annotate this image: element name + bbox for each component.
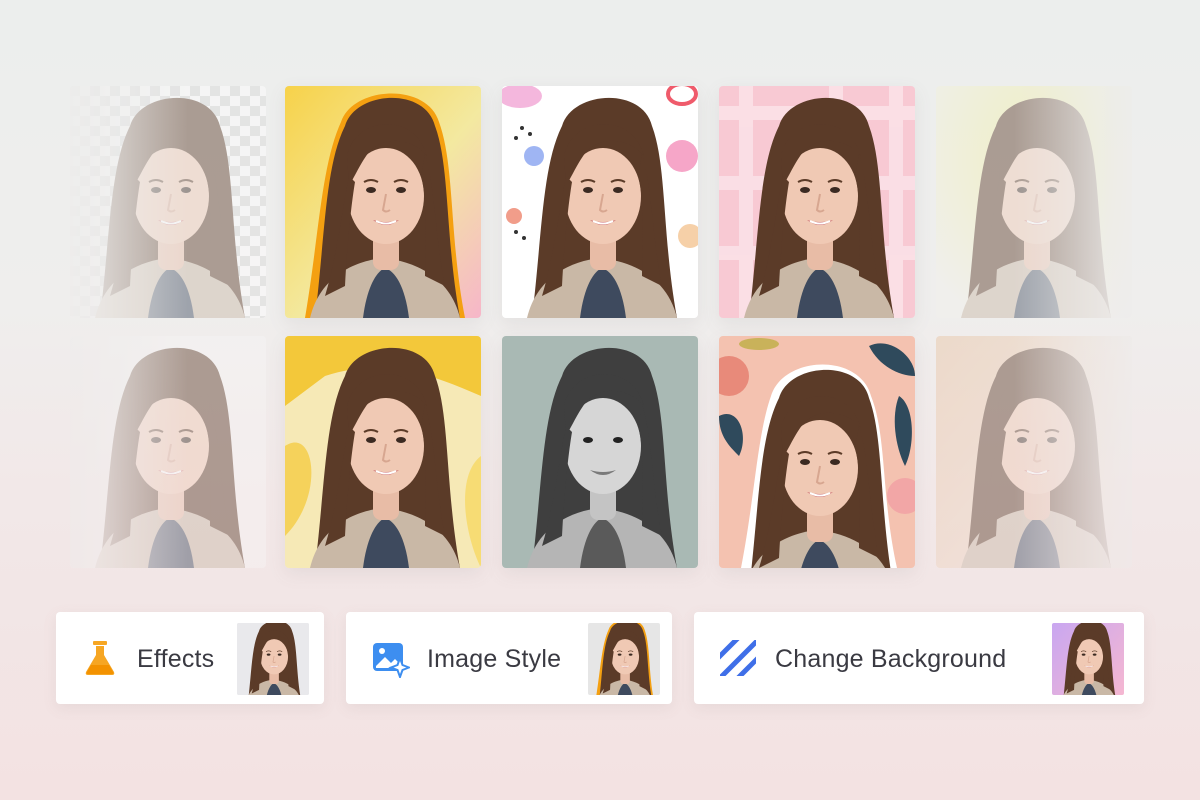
flask-icon	[85, 641, 115, 675]
grayscale-background	[502, 336, 698, 568]
image-style-card[interactable]: Image Style	[346, 612, 672, 704]
floral-sticker-background	[719, 336, 915, 568]
preview-transparent[interactable]	[70, 86, 266, 318]
preview-plain-white[interactable]	[70, 336, 266, 568]
effects-label: Effects	[137, 645, 215, 673]
paint-background	[285, 336, 481, 568]
floral-background	[502, 86, 698, 318]
preview-warm-blur[interactable]	[936, 336, 1132, 568]
white-background	[70, 336, 266, 568]
preview-gradient-outline[interactable]	[285, 86, 481, 318]
image-sparkle-icon	[373, 643, 410, 678]
diagonal-stripes-icon	[720, 640, 756, 676]
style-preview-grid	[70, 86, 1132, 568]
plaid-background	[719, 86, 915, 318]
effects-thumbnail	[237, 623, 309, 695]
preview-yellow-paint[interactable]	[285, 336, 481, 568]
preview-pink-plaid[interactable]	[719, 86, 915, 318]
preview-floral-sticker[interactable]	[719, 336, 915, 568]
preview-floral-white[interactable]	[502, 86, 698, 318]
change-background-label: Change Background	[775, 645, 1007, 673]
glow-background	[936, 86, 1132, 318]
effects-card[interactable]: Effects	[56, 612, 324, 704]
image-style-label: Image Style	[427, 645, 562, 673]
checkerboard-background	[70, 86, 266, 318]
preview-grayscale[interactable]	[502, 336, 698, 568]
preview-yellow-glow[interactable]	[936, 86, 1132, 318]
blur-background	[936, 336, 1132, 568]
gradient-background	[285, 86, 481, 318]
change-background-card[interactable]: Change Background	[694, 612, 1144, 704]
change-background-thumbnail	[1052, 623, 1124, 695]
image-style-thumbnail	[588, 623, 660, 695]
